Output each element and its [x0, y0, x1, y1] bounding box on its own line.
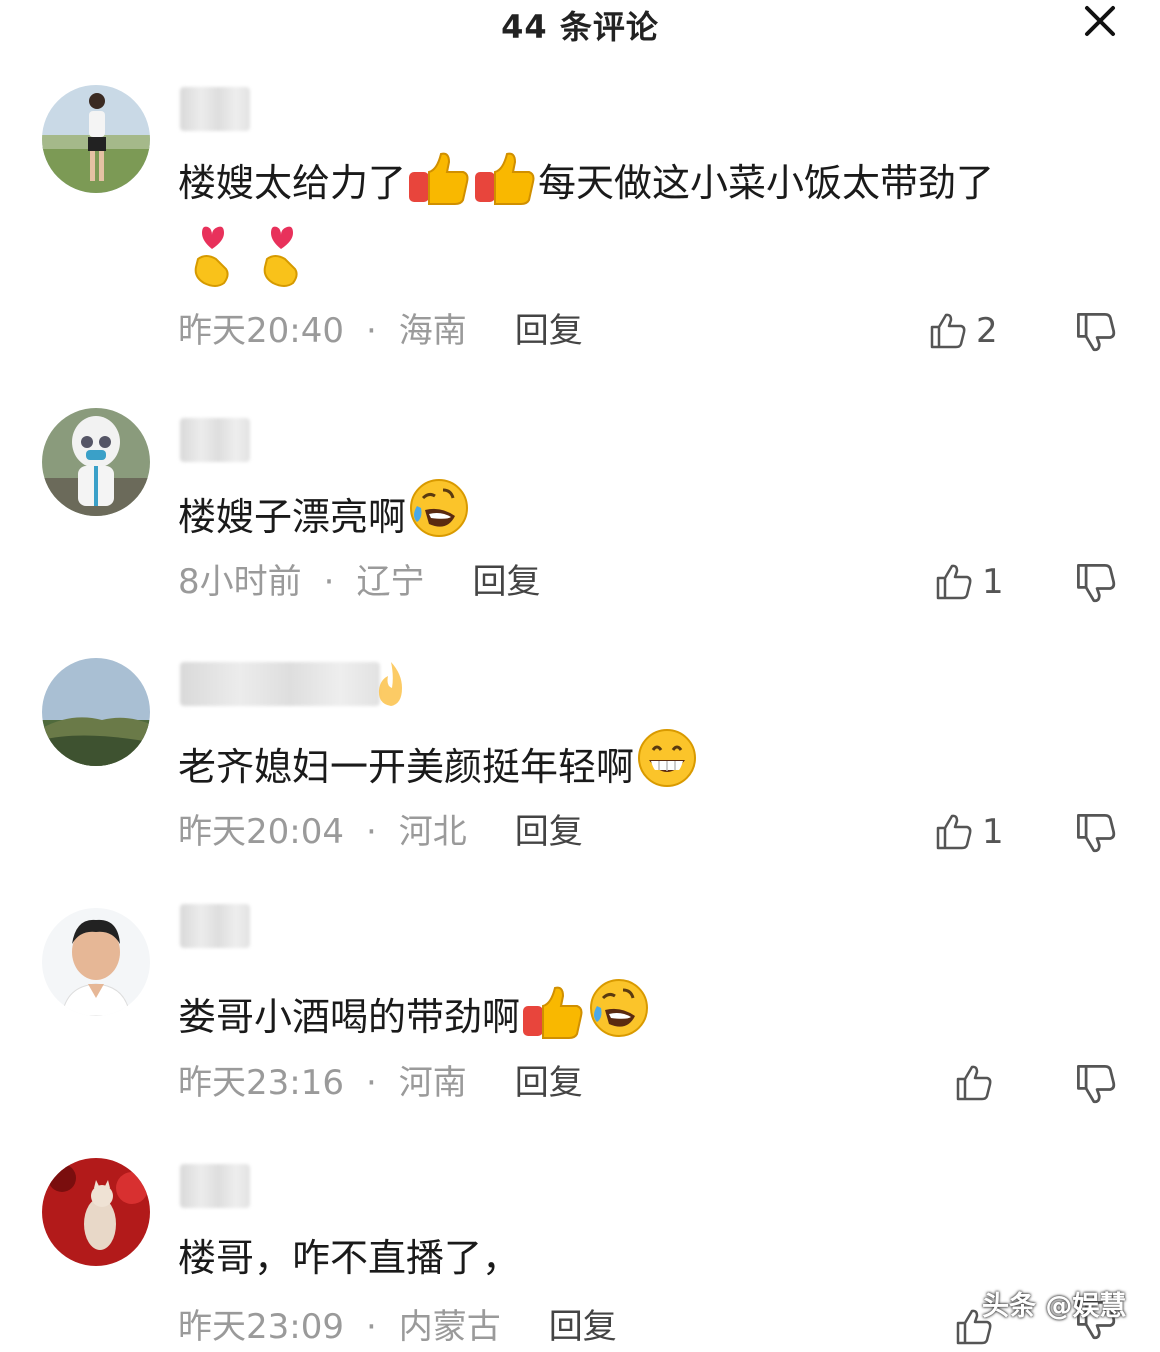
dislike-button[interactable] — [1074, 561, 1118, 605]
rolling-laughing-icon — [407, 476, 471, 559]
reply-button[interactable]: 回复 — [472, 562, 540, 602]
close-icon[interactable] — [1078, 2, 1122, 42]
separator-dot: · — [365, 812, 377, 852]
grinning-face-icon — [635, 726, 699, 809]
comment-time: 昨天23:09 — [178, 1307, 344, 1347]
comment-region: 河南 — [398, 1063, 467, 1103]
blurred-username[interactable] — [180, 418, 250, 462]
thumbs-down-outline-icon — [1077, 814, 1116, 853]
dislike-button[interactable] — [1074, 1062, 1118, 1106]
comment-meta: 昨天23:09 · 内蒙古 回复 — [178, 1302, 617, 1352]
separator-dot: · — [365, 1307, 377, 1347]
thumbs-up-outline-icon — [936, 814, 972, 850]
separator-dot: · — [365, 311, 377, 351]
blurred-username[interactable] — [180, 662, 380, 706]
comment-text: 娄哥小酒喝的带劲啊 — [178, 976, 1128, 1059]
comment-text-part: 娄哥小酒喝的带劲啊 — [178, 995, 521, 1039]
reply-button[interactable]: 回复 — [549, 1307, 617, 1347]
blurred-username[interactable] — [180, 1164, 250, 1208]
comment-text-part: 每天做这小菜小饭太带劲了 — [538, 161, 995, 205]
comment-meta: 昨天20:40 · 海南 回复 — [178, 306, 583, 356]
comment-text-part: 楼哥，咋不直播了， — [178, 1236, 521, 1280]
like-button[interactable]: 2 — [928, 306, 998, 356]
comment-time: 昨天20:04 — [178, 812, 344, 852]
thumbs-up-outline-icon — [936, 564, 972, 600]
thumbs-down-outline-icon — [1077, 564, 1116, 603]
avatar[interactable] — [42, 1158, 150, 1266]
avatar[interactable] — [42, 908, 150, 1016]
thumbs-up-icon — [473, 150, 537, 225]
reply-button[interactable]: 回复 — [515, 1063, 583, 1103]
thumbs-up-outline-icon — [956, 1065, 992, 1101]
comment-text: 楼哥，咋不直播了， — [178, 1226, 1128, 1290]
dislike-button[interactable] — [1074, 310, 1118, 354]
separator-dot: · — [323, 562, 335, 602]
comment-text-part: 楼嫂太给力了 — [178, 161, 407, 205]
avatar[interactable] — [42, 408, 150, 516]
comment-meta: 昨天23:16 · 河南 回复 — [178, 1058, 583, 1108]
like-button[interactable]: 1 — [934, 557, 1004, 607]
comment-text: 老齐媳妇一开美颜挺年轻啊 — [178, 726, 1128, 809]
like-button[interactable] — [954, 1058, 1002, 1108]
thumbs-down-outline-icon — [1077, 1065, 1116, 1104]
comment-text-part: 老齐媳妇一开美颜挺年轻啊 — [178, 745, 635, 789]
separator-dot: · — [365, 1063, 377, 1103]
comment-meta: 8小时前 · 辽宁 回复 — [178, 557, 540, 607]
thumbs-up-outline-icon — [930, 313, 966, 349]
like-button[interactable]: 1 — [934, 807, 1004, 857]
comment-text: 楼嫂子漂亮啊 — [178, 476, 1128, 559]
comments-header: 44 条评论 — [0, 0, 1160, 50]
watermark: 头条 @娱慧 — [982, 1291, 1127, 1322]
finger-heart-icon — [188, 225, 238, 308]
dislike-button[interactable] — [1074, 811, 1118, 855]
thumbs-up-icon — [521, 984, 585, 1059]
like-count: 1 — [982, 562, 1004, 602]
comment-region: 河北 — [398, 812, 467, 852]
finger-heart-icon — [257, 225, 307, 308]
comment-region: 内蒙古 — [398, 1307, 501, 1347]
flame-icon — [372, 660, 410, 712]
reply-button[interactable]: 回复 — [515, 311, 583, 351]
comment-count-title: 44 条评论 — [501, 8, 659, 46]
blurred-username[interactable] — [180, 87, 250, 131]
avatar[interactable] — [42, 85, 150, 193]
comment-region: 海南 — [398, 311, 467, 351]
comment-text-part: 楼嫂子漂亮啊 — [178, 495, 407, 539]
avatar[interactable] — [42, 658, 150, 766]
comment-region: 辽宁 — [356, 562, 425, 602]
comment-time: 昨天20:40 — [178, 311, 344, 351]
like-count: 2 — [976, 311, 998, 351]
thumbs-up-icon — [407, 150, 471, 225]
reply-button[interactable]: 回复 — [515, 812, 583, 852]
rolling-laughing-icon — [587, 976, 651, 1059]
thumbs-down-outline-icon — [1077, 313, 1116, 352]
comment-meta: 昨天20:04 · 河北 回复 — [178, 807, 583, 857]
comment-time: 昨天23:16 — [178, 1063, 344, 1103]
comment-time: 8小时前 — [178, 562, 302, 602]
blurred-username[interactable] — [180, 904, 250, 948]
like-count: 1 — [982, 812, 1004, 852]
comment-text: 楼嫂太给力了 每天做这小菜小饭太带劲了 — [178, 150, 1128, 308]
